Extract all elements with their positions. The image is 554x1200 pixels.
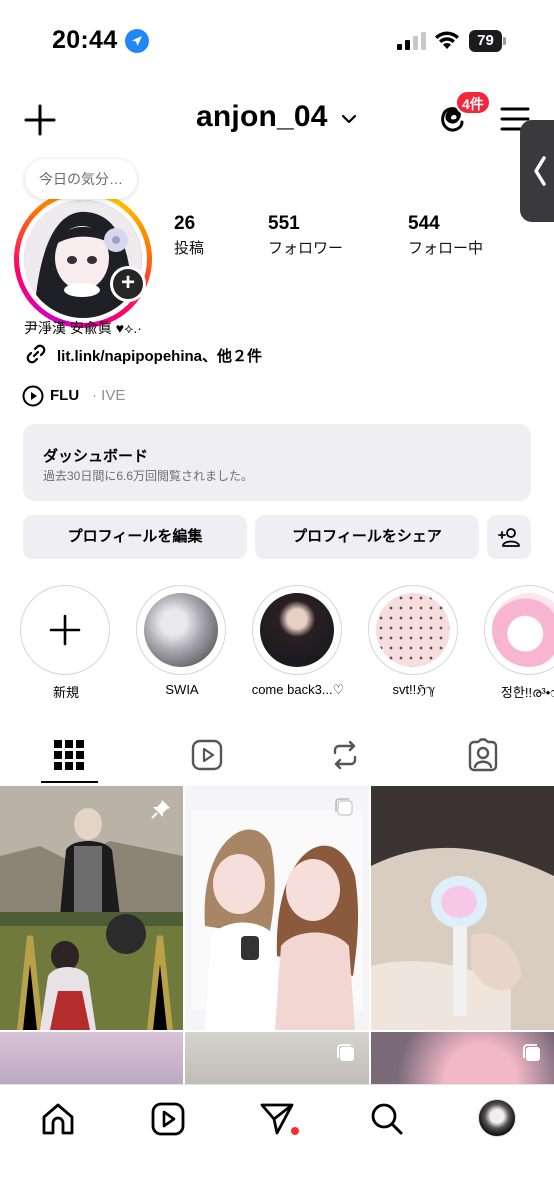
carousel-icon	[523, 1044, 540, 1061]
battery-nub	[503, 37, 506, 45]
battery-indicator: 79	[469, 30, 507, 52]
dashboard-title: ダッシュボード	[43, 448, 149, 465]
highlight-ring	[484, 585, 554, 675]
post-thumbnail[interactable]	[185, 786, 369, 1030]
account-username[interactable]: anjon_04	[196, 100, 328, 134]
cellular-signal-icon	[397, 32, 426, 50]
plus-icon	[49, 614, 81, 646]
side-panel-handle[interactable]	[520, 120, 554, 222]
reels-nav-icon[interactable]	[148, 1099, 188, 1139]
profile-tabs	[0, 728, 554, 786]
dashboard-subtitle: 過去30日間に6.6万回閲覧されました。	[43, 469, 254, 483]
add-person-icon	[498, 528, 520, 547]
highlight-ring	[20, 585, 110, 675]
battery-level: 79	[469, 30, 502, 52]
discover-people-button[interactable]	[487, 515, 531, 559]
chevron-down-icon[interactable]	[340, 112, 358, 126]
messages-notification-dot	[291, 1127, 299, 1135]
bottom-navigation	[0, 1084, 554, 1200]
reels-icon	[191, 739, 223, 771]
share-profile-button[interactable]: プロフィールをシェア	[255, 515, 479, 559]
wifi-icon	[435, 31, 459, 49]
location-arrow-icon	[125, 29, 149, 53]
post-thumbnail[interactable]	[371, 786, 554, 1030]
carousel-icon	[335, 798, 353, 816]
posts-count: 26	[174, 213, 196, 234]
highlight-label: svt!!ℌ︎ℽ︎	[392, 682, 436, 697]
highlight-label: 新規	[52, 685, 79, 700]
post-thumbnail[interactable]	[185, 1032, 369, 1086]
followers-label[interactable]: フォロワー	[268, 237, 343, 258]
profile-avatar[interactable]	[14, 190, 152, 328]
profile-header: anjon_04 4件	[0, 90, 554, 150]
bio-link-text[interactable]: lit.link/napipopehina、他２件	[57, 345, 262, 366]
professional-dashboard[interactable]: ダッシュボード 過去30日間に6.6万回閲覧されました。	[23, 424, 531, 501]
highlight-cover	[492, 593, 554, 667]
posts-label: 投稿	[174, 240, 205, 257]
highlight-ring	[136, 585, 226, 675]
tab-reposts[interactable]	[276, 728, 414, 784]
chevron-left-icon	[534, 156, 546, 186]
post-thumbnail[interactable]	[0, 1032, 183, 1086]
post-image	[0, 1032, 183, 1086]
highlight-ring	[252, 585, 342, 675]
highlight-cover	[260, 593, 334, 667]
active-tab-indicator	[41, 781, 98, 783]
profile-tab-avatar[interactable]	[478, 1099, 516, 1137]
following-label[interactable]: フォロー中	[408, 237, 483, 258]
highlight-cover	[376, 593, 450, 667]
search-icon[interactable]	[367, 1099, 407, 1139]
following-count[interactable]: 544	[408, 213, 440, 235]
highlight-label: 정한!!ര³•ෆ	[500, 685, 554, 700]
home-icon[interactable]	[38, 1099, 78, 1139]
reposts-icon	[333, 740, 357, 770]
threads-notification-badge: 4件	[455, 90, 491, 115]
highlight-cover	[144, 593, 218, 667]
carousel-icon	[337, 1044, 354, 1061]
play-circle-icon	[22, 385, 44, 407]
post-image	[0, 786, 183, 1030]
link-icon	[26, 344, 46, 364]
avatar-border	[19, 195, 147, 323]
post-thumbnail[interactable]	[371, 1032, 554, 1086]
highlight-ring	[368, 585, 458, 675]
post-image	[185, 786, 369, 1030]
tab-posts-grid[interactable]	[0, 728, 138, 784]
tab-reels[interactable]	[138, 728, 276, 784]
tagged-icon	[468, 738, 498, 772]
post-thumbnail[interactable]	[0, 786, 183, 1030]
tab-tagged[interactable]	[414, 728, 552, 784]
post-image	[371, 786, 554, 1030]
add-story-button[interactable]: +	[110, 266, 146, 302]
bio-name: 尹淨漢 安兪眞 ♥⟡.·	[24, 320, 142, 336]
posts-grid	[0, 786, 554, 1086]
pinned-icon	[151, 800, 170, 819]
music-artist: · IVE	[92, 387, 126, 404]
highlight-label: SWIA	[165, 682, 199, 697]
highlight-label: come back3...♡	[251, 682, 345, 697]
music-title: FLU	[50, 387, 80, 404]
note-bubble[interactable]: 今日の気分…	[25, 159, 137, 199]
edit-profile-button[interactable]: プロフィールを編集	[23, 515, 247, 559]
status-bar: 20:44 79	[0, 0, 554, 84]
create-plus-icon[interactable]	[22, 102, 58, 138]
status-time: 20:44	[52, 26, 118, 54]
grid-icon	[54, 740, 84, 770]
followers-count[interactable]: 551	[268, 213, 300, 235]
